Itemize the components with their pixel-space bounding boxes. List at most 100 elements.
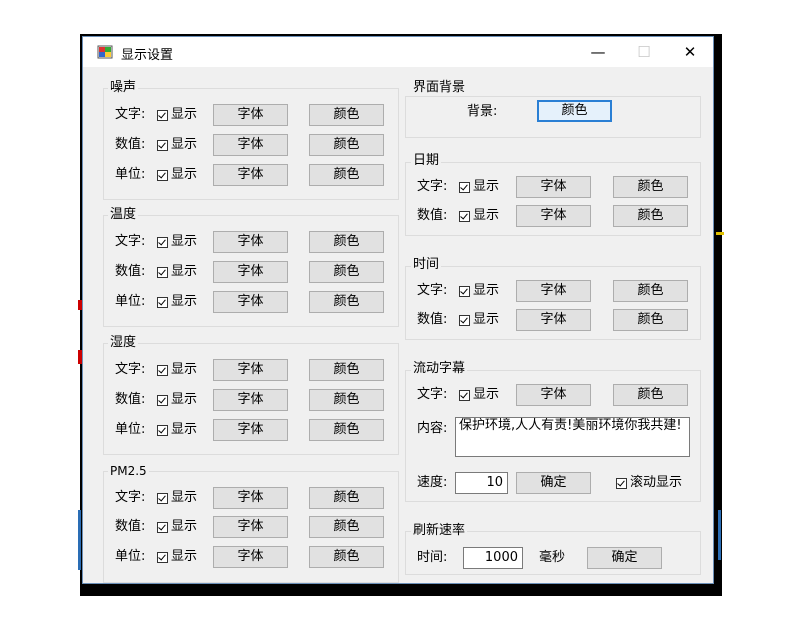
marquee-content-textarea[interactable]: 保护环境,人人有责!美丽环境你我共建! [455,417,690,457]
temperature-text-show-checkbox[interactable]: 显示 [157,234,197,250]
humidity-value-color-button[interactable]: 颜色 [309,389,384,411]
checkbox-checked-icon [157,139,168,151]
checkbox-checked-icon [616,477,627,489]
date-text-show-checkbox[interactable]: 显示 [459,179,499,195]
pm25-text-label: 文字: [115,490,146,505]
temperature-text-font-button[interactable]: 字体 [213,231,288,253]
time-text-show-checkbox[interactable]: 显示 [459,283,499,299]
temperature-unit-label: 单位: [115,294,146,309]
desktop-decoration [716,232,724,235]
close-button[interactable]: ✕ [667,37,713,67]
minimize-button[interactable]: — [575,37,621,67]
humidity-text-show-checkbox[interactable]: 显示 [157,362,197,378]
noise-unit-font-button[interactable]: 字体 [213,164,288,186]
pm25-value-show-checkbox[interactable]: 显示 [157,519,197,535]
noise-text-color-button[interactable]: 颜色 [309,104,384,126]
checkbox-checked-icon [157,236,168,248]
time-value-label: 数值: [417,312,448,327]
temperature-group-title: 温度 [108,207,139,223]
desktop-decoration [78,510,81,570]
checkbox-checked-icon [459,210,470,222]
pm25-unit-font-button[interactable]: 字体 [213,546,288,568]
checkbox-checked-icon [459,181,470,193]
temperature-value-show-checkbox[interactable]: 显示 [157,264,197,280]
humidity-unit-show-checkbox[interactable]: 显示 [157,422,197,438]
checkbox-checked-icon [157,266,168,278]
settings-window: 显示设置 — ☐ ✕ 噪声 文字: 显示 字体 颜色 数值: 显示 字体 颜色 … [82,36,714,584]
pm25-value-label: 数值: [115,519,146,534]
temperature-value-color-button[interactable]: 颜色 [309,261,384,283]
refresh-unit-label: 毫秒 [539,550,566,565]
noise-group-title: 噪声 [108,80,139,96]
pm25-value-color-button[interactable]: 颜色 [309,516,384,538]
date-text-font-button[interactable]: 字体 [516,176,591,198]
humidity-unit-font-button[interactable]: 字体 [213,419,288,441]
humidity-group-title: 湿度 [108,335,139,351]
date-value-font-button[interactable]: 字体 [516,205,591,227]
humidity-value-show-checkbox[interactable]: 显示 [157,392,197,408]
marquee-speed-label: 速度: [417,475,448,490]
date-value-show-checkbox[interactable]: 显示 [459,208,499,224]
checkbox-checked-icon [459,285,470,297]
noise-text-font-button[interactable]: 字体 [213,104,288,126]
checkbox-checked-icon [157,364,168,376]
pm25-unit-label: 单位: [115,549,146,564]
date-value-color-button[interactable]: 颜色 [613,205,688,227]
pm25-unit-show-checkbox[interactable]: 显示 [157,549,197,565]
checkbox-checked-icon [157,109,168,121]
checkbox-checked-icon [157,296,168,308]
temperature-value-font-button[interactable]: 字体 [213,261,288,283]
noise-value-show-checkbox[interactable]: 显示 [157,137,197,153]
temperature-value-label: 数值: [115,264,146,279]
time-text-color-button[interactable]: 颜色 [613,280,688,302]
title-bar[interactable]: 显示设置 — ☐ ✕ [83,37,713,67]
noise-unit-show-checkbox[interactable]: 显示 [157,167,197,183]
time-value-font-button[interactable]: 字体 [516,309,591,331]
marquee-confirm-button[interactable]: 确定 [516,472,591,494]
date-text-label: 文字: [417,179,448,194]
scroll-display-checkbox[interactable]: 滚动显示 [616,475,682,491]
noise-unit-label: 单位: [115,167,146,182]
humidity-unit-color-button[interactable]: 颜色 [309,419,384,441]
time-value-show-checkbox[interactable]: 显示 [459,312,499,328]
pm25-group-title: PM2.5 [108,463,149,479]
humidity-text-font-button[interactable]: 字体 [213,359,288,381]
temperature-unit-font-button[interactable]: 字体 [213,291,288,313]
temperature-text-color-button[interactable]: 颜色 [309,231,384,253]
marquee-font-button[interactable]: 字体 [516,384,591,406]
noise-text-show-checkbox[interactable]: 显示 [157,107,197,123]
humidity-value-font-button[interactable]: 字体 [213,389,288,411]
checkbox-checked-icon [157,169,168,181]
background-color-button[interactable]: 颜色 [537,100,612,122]
noise-value-font-button[interactable]: 字体 [213,134,288,156]
window-title: 显示设置 [121,48,174,63]
date-text-color-button[interactable]: 颜色 [613,176,688,198]
noise-text-label: 文字: [115,107,146,122]
refresh-time-label: 时间: [417,550,448,565]
time-text-font-button[interactable]: 字体 [516,280,591,302]
noise-value-color-button[interactable]: 颜色 [309,134,384,156]
pm25-text-color-button[interactable]: 颜色 [309,487,384,509]
refresh-time-input[interactable]: 1000 [463,547,523,569]
pm25-value-font-button[interactable]: 字体 [213,516,288,538]
marquee-text-show-checkbox[interactable]: 显示 [459,387,499,403]
checkbox-checked-icon [157,551,168,563]
pm25-text-show-checkbox[interactable]: 显示 [157,490,197,506]
date-group-title: 日期 [411,153,442,169]
marquee-content-label: 内容: [417,421,448,436]
marquee-color-button[interactable]: 颜色 [613,384,688,406]
maximize-button[interactable]: ☐ [621,37,667,67]
refresh-confirm-button[interactable]: 确定 [587,547,662,569]
noise-unit-color-button[interactable]: 颜色 [309,164,384,186]
pm25-unit-color-button[interactable]: 颜色 [309,546,384,568]
marquee-speed-input[interactable]: 10 [455,472,508,494]
temperature-unit-color-button[interactable]: 颜色 [309,291,384,313]
temperature-unit-show-checkbox[interactable]: 显示 [157,294,197,310]
time-value-color-button[interactable]: 颜色 [613,309,688,331]
app-icon [97,45,113,59]
pm25-text-font-button[interactable]: 字体 [213,487,288,509]
time-text-label: 文字: [417,283,448,298]
humidity-unit-label: 单位: [115,422,146,437]
humidity-text-color-button[interactable]: 颜色 [309,359,384,381]
humidity-text-label: 文字: [115,362,146,377]
